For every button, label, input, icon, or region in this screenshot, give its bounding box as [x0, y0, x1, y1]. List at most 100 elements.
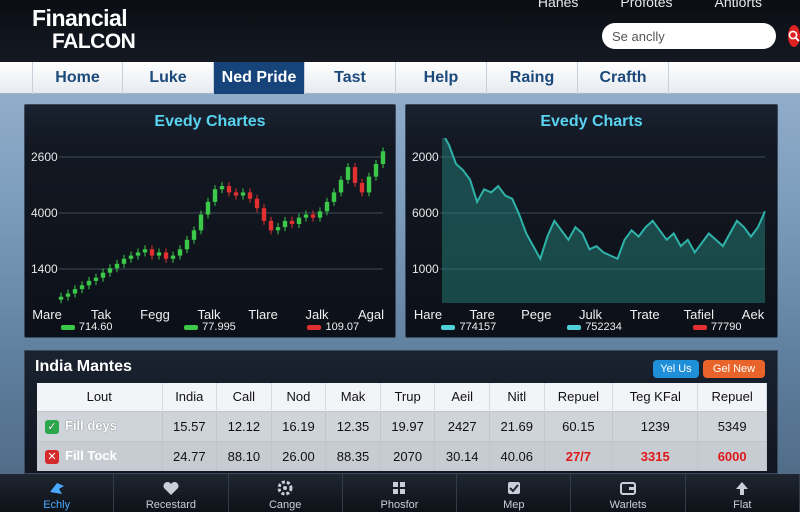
- candle-body: [324, 201, 330, 212]
- table-cell: 24.77: [162, 440, 218, 471]
- gear-icon: [277, 480, 293, 496]
- tab-help[interactable]: Help: [396, 62, 487, 94]
- candle-body: [107, 268, 113, 273]
- legend-label: 77.995: [202, 321, 236, 333]
- candle-body: [212, 189, 218, 202]
- legend-label: 109.07: [325, 321, 360, 333]
- column-header[interactable]: Mak: [325, 383, 381, 411]
- logo-line2: FALCON: [52, 30, 136, 53]
- legend-swatch: [567, 324, 582, 330]
- table-cell: 88.10: [216, 440, 272, 471]
- candle-body: [373, 163, 379, 177]
- candle-body: [114, 263, 120, 269]
- column-header[interactable]: Aeil: [434, 383, 490, 411]
- table-row[interactable]: ✕ Fill Tock 24.77 88.10 26.00 88.35 2070 30.14 4…: [37, 440, 767, 471]
- search-button[interactable]: [788, 25, 800, 47]
- x-icon: ✕: [45, 450, 59, 465]
- column-header[interactable]: Repuel: [697, 383, 767, 411]
- bottom-item-label: Warlets: [609, 499, 647, 511]
- tab-luke[interactable]: Luke: [123, 62, 214, 94]
- candle-body: [268, 220, 274, 231]
- yel-us-button[interactable]: Yel Us: [653, 360, 699, 378]
- table-cell: 27/7: [544, 440, 614, 471]
- y-tick-label: 6000: [412, 206, 439, 220]
- grid-icon: [393, 482, 406, 494]
- logo[interactable]: Financial FALCON: [32, 6, 136, 54]
- x-tick-label: Aek: [742, 307, 765, 322]
- column-header[interactable]: India: [162, 383, 218, 411]
- legend-swatch: [441, 324, 456, 330]
- column-header[interactable]: Nod: [271, 383, 327, 411]
- table-cell: 5349: [697, 410, 767, 441]
- bottom-item-mep[interactable]: Mep: [457, 474, 572, 512]
- table-header-row: Lout India Call Nod Mak Trup Aeil Nitl Repuel Teg…: [37, 383, 767, 411]
- candle-body: [219, 186, 225, 190]
- table-row[interactable]: ✓ Fill deys 15.57 12.12 16.19 12.35 19.97 2427 2…: [37, 410, 767, 441]
- search-input[interactable]: [612, 28, 788, 44]
- tab-home[interactable]: Home: [32, 62, 123, 94]
- bottom-item-phosfor[interactable]: Phosfor: [343, 474, 458, 512]
- bottom-item-recestard[interactable]: Recestard: [114, 474, 229, 512]
- chart-panel-left: 2600 4000 1400 Mare Tak Fegg Talk Tlare Jalk Agal…: [24, 104, 396, 338]
- column-header[interactable]: Teg KFal: [612, 383, 699, 411]
- legend-item: 774157: [441, 321, 496, 333]
- tab-tast[interactable]: Tast: [305, 62, 396, 94]
- table-cell: 19.97: [380, 410, 436, 441]
- legend-swatch: [184, 324, 199, 330]
- column-header[interactable]: Repuel: [544, 383, 614, 411]
- area-fill: [442, 132, 765, 303]
- row-name: ✕ Fill Tock: [37, 440, 163, 471]
- chart-legend-right: 774157 752234 77790: [406, 321, 777, 333]
- candle-body: [247, 192, 253, 199]
- top-link-hanes[interactable]: Hanes: [538, 0, 578, 10]
- candle-body: [58, 296, 64, 300]
- column-header[interactable]: Call: [216, 383, 272, 411]
- tab-crafth[interactable]: Crafth: [578, 62, 669, 94]
- candle-body: [156, 252, 162, 256]
- candle-body: [128, 255, 134, 259]
- gel-new-button[interactable]: Gel New: [703, 360, 765, 378]
- table-cell: 40.06: [489, 440, 545, 471]
- candle-body: [303, 214, 309, 218]
- candle-body: [338, 179, 344, 193]
- candle-body: [310, 214, 316, 218]
- bottom-item-warlets[interactable]: Warlets: [571, 474, 686, 512]
- y-tick-label: 2600: [31, 150, 58, 164]
- bottom-item-cange[interactable]: Cange: [229, 474, 343, 512]
- column-header[interactable]: Lout: [37, 383, 163, 411]
- candle-body: [184, 239, 190, 250]
- x-tick-label: Trate: [630, 307, 660, 322]
- legend-swatch: [692, 324, 707, 330]
- bottom-item-flat[interactable]: Flat: [686, 474, 800, 512]
- column-header[interactable]: Trup: [380, 383, 436, 411]
- table-cell: 15.57: [162, 410, 218, 441]
- legend-label: 752234: [585, 321, 622, 333]
- column-header[interactable]: Nitl: [489, 383, 545, 411]
- table-cell: 30.14: [434, 440, 490, 471]
- market-table: Lout India Call Nod Mak Trup Aeil Nitl Repuel Teg…: [37, 383, 767, 471]
- tab-raing[interactable]: Raing: [487, 62, 578, 94]
- tab-ned-pride[interactable]: Ned Pride: [214, 62, 305, 94]
- market-title: India Mantes: [35, 358, 132, 375]
- app-header: Financial FALCON Hanes Profotes Antiorts: [0, 0, 800, 62]
- bottom-item-echly[interactable]: Echly: [0, 474, 115, 512]
- y-tick-label: 1400: [31, 262, 58, 276]
- table-cell: 2070: [380, 440, 436, 471]
- top-link-profotes[interactable]: Profotes: [620, 0, 672, 10]
- bottom-item-label: Recestard: [145, 499, 196, 511]
- legend-item: 77.995: [184, 321, 236, 333]
- candle-body: [79, 285, 85, 290]
- bird-icon: [49, 483, 64, 494]
- top-link-antiorts[interactable]: Antiorts: [715, 0, 762, 10]
- table-cell: 12.12: [216, 410, 272, 441]
- y-tick-label: 2000: [412, 150, 439, 164]
- bottom-item-label: Phosfor: [380, 499, 419, 511]
- candle-body: [163, 252, 169, 259]
- candle-body: [366, 176, 372, 193]
- candle-body: [121, 258, 127, 264]
- x-tick-label: Tlare: [248, 307, 278, 322]
- candle-body: [240, 192, 246, 196]
- candle-body: [261, 208, 267, 221]
- candlestick-chart: 2600 4000 1400 Mare Tak Fegg Talk Tlare Jalk Agal: [31, 147, 386, 322]
- row-label: Fill deys: [65, 418, 118, 434]
